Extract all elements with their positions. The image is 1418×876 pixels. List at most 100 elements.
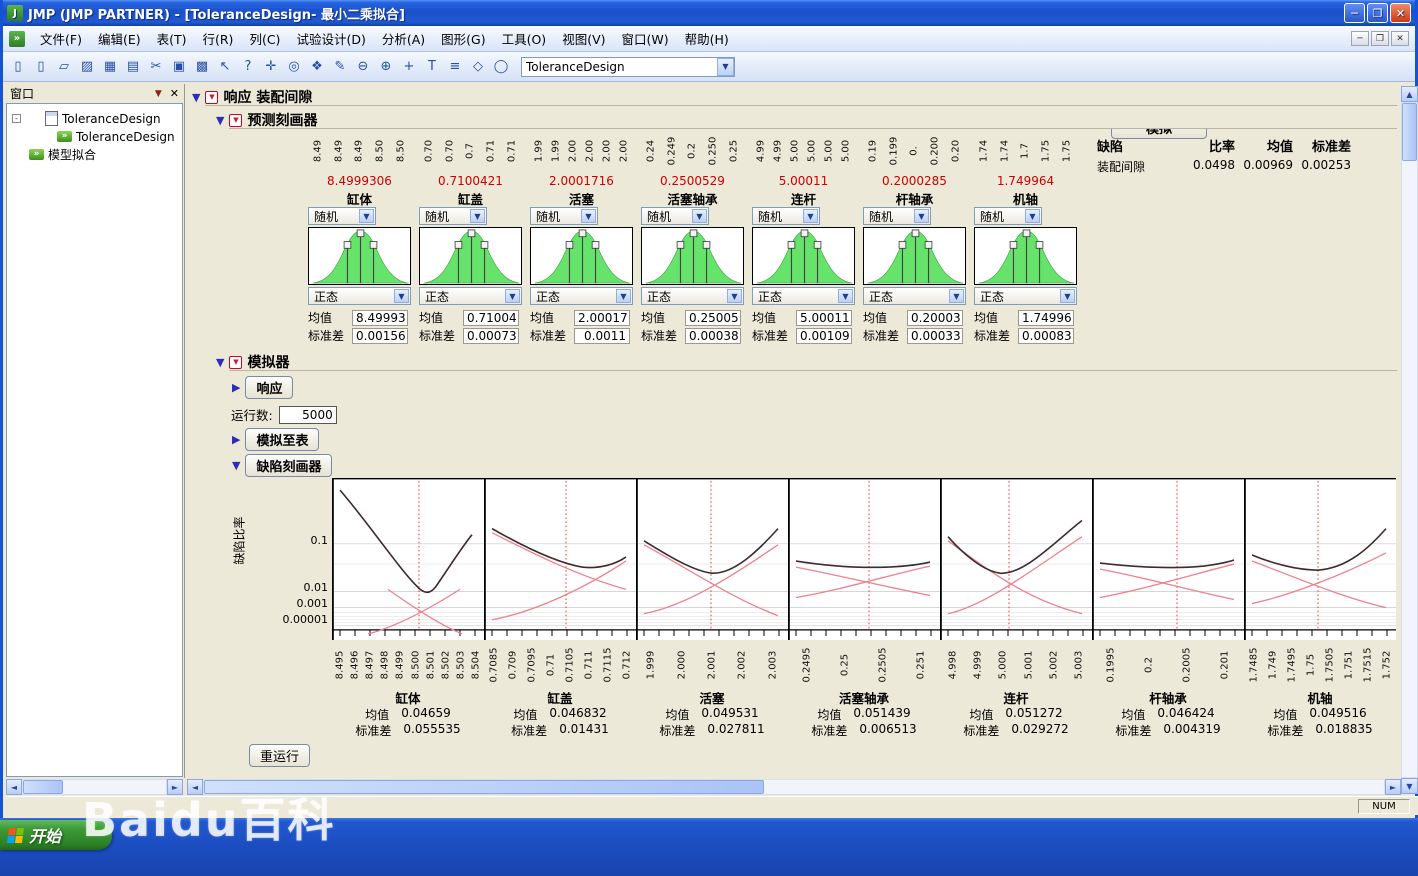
mean-input[interactable]: 8.49993 — [352, 310, 408, 326]
defect-profiler-panel[interactable] — [484, 478, 636, 640]
tree-item-tolerancedesign-table[interactable]: - ToleranceDesign — [12, 110, 161, 127]
mdi-close-button[interactable]: ✕ — [1391, 31, 1409, 46]
minimize-button[interactable]: ─ — [1344, 3, 1365, 23]
distribution-panel[interactable] — [419, 227, 522, 285]
menu-item[interactable]: 图形(G) — [433, 26, 493, 51]
annotate-icon[interactable]: T — [421, 56, 443, 78]
mean-input[interactable]: 0.71004 — [463, 310, 519, 326]
defect-profiler-panel[interactable] — [636, 478, 788, 640]
mean-input[interactable]: 1.74996 — [1018, 310, 1074, 326]
menu-item[interactable]: 行(R) — [195, 26, 242, 51]
menu-item[interactable]: 文件(F) — [32, 26, 90, 51]
sidebar-hscroll-thumb[interactable] — [23, 780, 63, 794]
paste-icon[interactable]: ▩ — [191, 56, 213, 78]
platform-combobox[interactable]: ToleranceDesign ▼ — [521, 57, 735, 77]
sd-input[interactable]: 0.00083 — [1018, 328, 1074, 344]
defect-profiler-panel[interactable] — [332, 478, 484, 640]
distribution-panel[interactable] — [641, 227, 744, 285]
disclosure-down-icon[interactable]: ▼ — [216, 356, 224, 369]
new-journal-icon[interactable]: ▯ — [30, 56, 52, 78]
export-icon[interactable]: ▨ — [76, 56, 98, 78]
save-icon[interactable]: ▦ — [99, 56, 121, 78]
sd-input[interactable]: 0.00033 — [907, 328, 963, 344]
sidebar-hscroll-left-arrow[interactable]: ◄ — [6, 779, 22, 795]
disclosure-down-icon[interactable]: ▼ — [232, 459, 240, 472]
factor-mode-select[interactable]: 随机 ▼ — [641, 207, 709, 225]
menu-item[interactable]: 试验设计(D) — [288, 26, 373, 51]
sd-input[interactable]: 0.00073 — [463, 328, 519, 344]
disclosure-down-icon[interactable]: ▼ — [216, 114, 224, 127]
red-triangle-menu-icon[interactable]: ▼ — [205, 91, 218, 104]
distribution-select[interactable]: 正态 ▼ — [863, 287, 966, 305]
disclosure-down-icon[interactable]: ▼ — [192, 91, 200, 104]
distribution-panel[interactable] — [752, 227, 855, 285]
runs-input[interactable] — [279, 406, 337, 424]
factor-mode-select[interactable]: 随机 ▼ — [863, 207, 931, 225]
defect-profiler-panel[interactable] — [1244, 478, 1396, 640]
tree-expander-icon[interactable]: - — [12, 114, 21, 123]
polygon-icon[interactable]: ◇ — [467, 56, 489, 78]
start-button[interactable]: 开始 — [0, 820, 112, 850]
panel-close-icon[interactable]: ✕ — [170, 87, 179, 100]
pointer-icon[interactable]: ↖ — [214, 56, 236, 78]
move-icon[interactable]: ✛ — [260, 56, 282, 78]
menu-item[interactable]: 分析(A) — [374, 26, 433, 51]
close-button[interactable]: ✕ — [1390, 3, 1411, 23]
vscroll-thumb[interactable] — [1402, 103, 1417, 161]
factor-mode-select[interactable]: 随机 ▼ — [419, 207, 487, 225]
sd-input[interactable]: 0.00156 — [352, 328, 408, 344]
factor-current-value[interactable]: 0.7100421 — [415, 174, 526, 189]
disclosure-right-icon[interactable]: ▶ — [232, 381, 240, 394]
distribution-select[interactable]: 正态 ▼ — [974, 287, 1077, 305]
report-hscroll-thumb[interactable] — [204, 780, 764, 794]
factor-current-value[interactable]: 5.00011 — [748, 174, 859, 189]
tree-item-model-fit[interactable]: » 模型拟合 — [29, 146, 96, 163]
factor-mode-select[interactable]: 随机 ▼ — [530, 207, 598, 225]
factor-current-value[interactable]: 0.2500529 — [637, 174, 748, 189]
report-hscroll-left-arrow[interactable]: ◄ — [187, 779, 203, 795]
brush-icon[interactable]: ✎ — [329, 56, 351, 78]
factor-current-value[interactable]: 0.2000285 — [859, 174, 970, 189]
vscroll-down-arrow[interactable]: ▼ — [1401, 778, 1418, 794]
distribution-select[interactable]: 正态 ▼ — [752, 287, 855, 305]
distribution-panel[interactable] — [863, 227, 966, 285]
mean-input[interactable]: 2.00017 — [574, 310, 630, 326]
distribution-select[interactable]: 正态 ▼ — [308, 287, 411, 305]
bullseye-icon[interactable]: ◎ — [283, 56, 305, 78]
sd-input[interactable]: 0.0011 — [574, 328, 630, 344]
factor-current-value[interactable]: 8.4999306 — [304, 174, 415, 189]
factor-current-value[interactable]: 2.0001716 — [526, 174, 637, 189]
menu-item[interactable]: 帮助(H) — [677, 26, 737, 51]
distribution-select[interactable]: 正态 ▼ — [419, 287, 522, 305]
factor-mode-select[interactable]: 随机 ▼ — [308, 207, 376, 225]
menu-item[interactable]: 工具(O) — [494, 26, 555, 51]
menu-item[interactable]: 表(T) — [149, 26, 195, 51]
report-hscroll-right-arrow[interactable]: ► — [1385, 779, 1401, 795]
mean-input[interactable]: 0.25005 — [685, 310, 741, 326]
factor-mode-select[interactable]: 随机 ▼ — [974, 207, 1042, 225]
panel-menu-icon[interactable]: ▼ — [155, 89, 162, 99]
sd-input[interactable]: 0.00109 — [796, 328, 852, 344]
red-triangle-menu-icon[interactable]: ▼ — [229, 356, 242, 369]
distribution-panel[interactable] — [530, 227, 633, 285]
new-icon[interactable]: ▯ — [7, 56, 29, 78]
zoom-in-icon[interactable]: ⊕ — [375, 56, 397, 78]
mdi-minimize-button[interactable]: ─ — [1351, 31, 1369, 46]
help-icon[interactable]: ? — [237, 56, 259, 78]
response-group-button[interactable]: 响应 — [245, 376, 293, 399]
mean-input[interactable]: 0.20003 — [907, 310, 963, 326]
defect-profiler-panel[interactable] — [940, 478, 1092, 640]
crosshair-icon[interactable]: + — [398, 56, 420, 78]
lines-icon[interactable]: ≡ — [444, 56, 466, 78]
cut-icon[interactable]: ✂ — [145, 56, 167, 78]
simulate-to-table-button[interactable]: 模拟至表 — [245, 428, 319, 451]
defect-profiler-panel[interactable] — [1092, 478, 1244, 640]
mean-input[interactable]: 5.00011 — [796, 310, 852, 326]
menu-item[interactable]: 视图(V) — [554, 26, 613, 51]
menu-item[interactable]: 列(C) — [241, 26, 288, 51]
tree-item-tolerancedesign-report[interactable]: » ToleranceDesign — [57, 128, 175, 145]
hand-icon[interactable]: ❖ — [306, 56, 328, 78]
distribution-panel[interactable] — [308, 227, 411, 285]
defect-profiler-panel[interactable] — [788, 478, 940, 640]
mdi-restore-button[interactable]: ❐ — [1371, 31, 1389, 46]
